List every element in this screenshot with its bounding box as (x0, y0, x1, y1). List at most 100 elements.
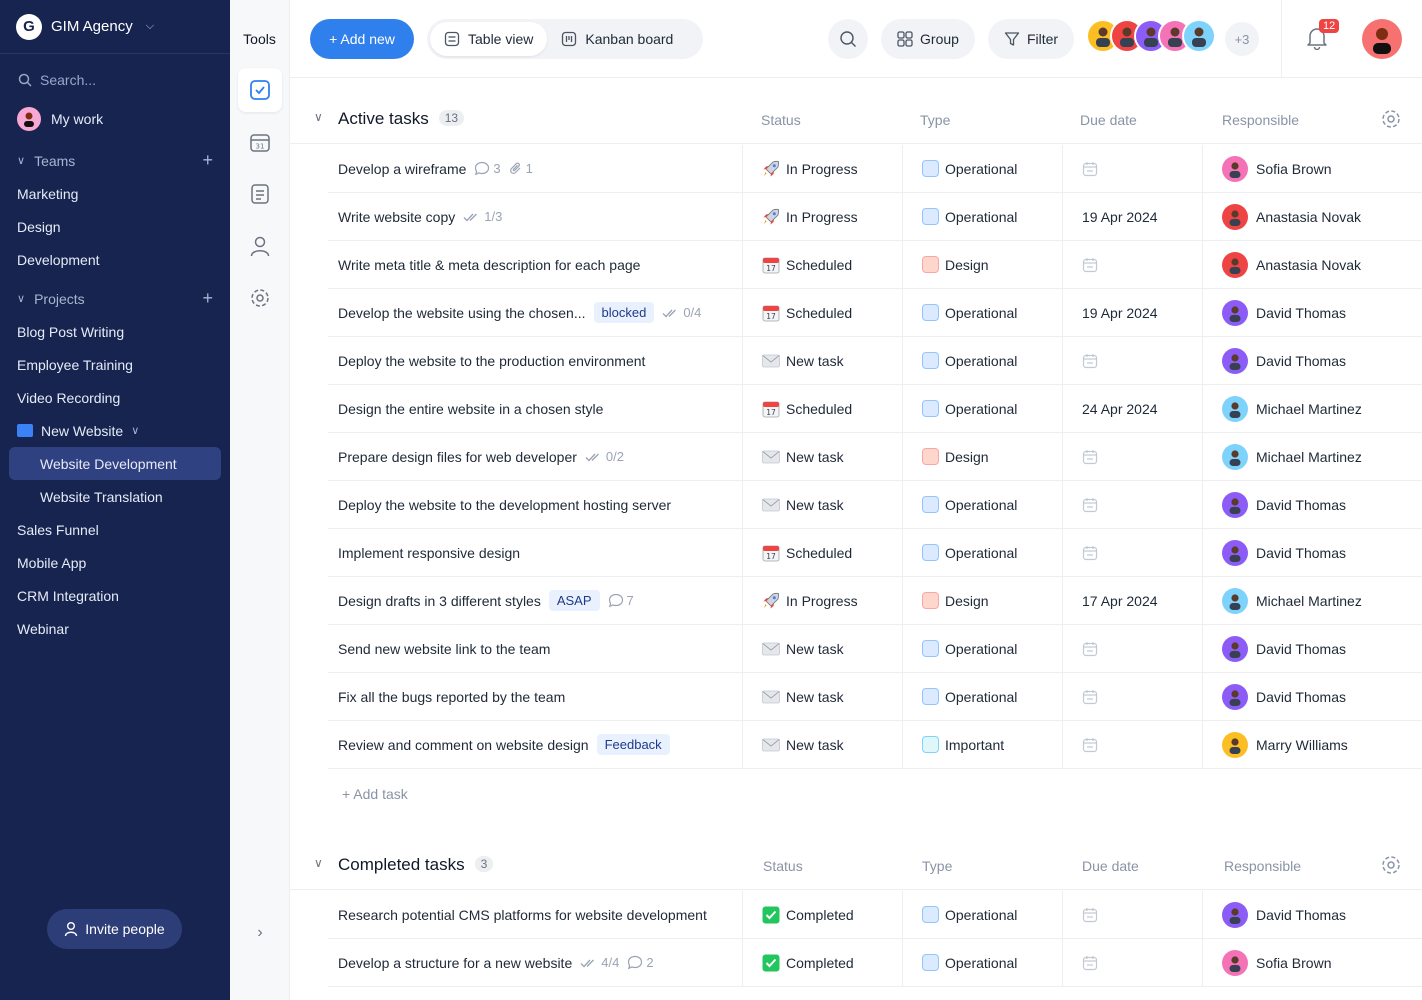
section-title[interactable]: Active tasks 13 (338, 109, 465, 129)
type-cell[interactable]: Operational (902, 385, 1062, 432)
sidebar-item-my-work[interactable]: My work (0, 100, 230, 138)
responsible-cell[interactable]: David Thomas (1202, 481, 1422, 528)
table-row[interactable]: Implement responsive design 17 Scheduled Op… (328, 529, 1422, 577)
due-date-cell[interactable] (1062, 337, 1202, 384)
due-date-cell[interactable]: 24 Apr 2024 (1062, 385, 1202, 432)
status-cell[interactable]: 17 Scheduled (742, 385, 902, 432)
tool-people[interactable] (238, 224, 282, 268)
due-date-cell[interactable] (1062, 625, 1202, 672)
type-cell[interactable]: Operational (902, 625, 1062, 672)
due-date-cell[interactable] (1062, 145, 1202, 192)
status-cell[interactable]: New task (742, 337, 902, 384)
task-name-cell[interactable]: Fix all the bugs reported by the team (338, 673, 742, 720)
section-title[interactable]: Completed tasks 3 (338, 855, 494, 875)
responsible-cell[interactable]: Michael Martinez (1202, 577, 1422, 624)
type-cell[interactable]: Operational (902, 289, 1062, 336)
status-cell[interactable]: New task (742, 673, 902, 720)
task-name-cell[interactable]: Develop the website using the chosen... b… (338, 289, 742, 336)
status-cell[interactable]: 17 Scheduled (742, 289, 902, 336)
status-cell[interactable]: New task (742, 433, 902, 480)
type-cell[interactable]: Operational (902, 891, 1062, 938)
task-name-cell[interactable]: Send new website link to the team (338, 625, 742, 672)
due-date-cell[interactable] (1062, 529, 1202, 576)
sidebar-item-webinar[interactable]: Webinar (0, 612, 230, 645)
responsible-cell[interactable]: Sofia Brown (1202, 145, 1422, 192)
sidebar-item-development[interactable]: Development (0, 243, 230, 276)
sidebar-item-employee-training[interactable]: Employee Training (0, 348, 230, 381)
column-header-status[interactable]: Status (763, 858, 803, 874)
due-date-cell[interactable] (1062, 241, 1202, 288)
sidebar-item-website-development[interactable]: Website Development (9, 447, 221, 480)
status-cell[interactable]: 17 Scheduled (742, 529, 902, 576)
table-row[interactable]: Design drafts in 3 different styles ASAP 7… (328, 577, 1422, 625)
gear-icon[interactable] (1380, 108, 1402, 133)
tab-table-view[interactable]: Table view (430, 22, 548, 56)
status-cell[interactable]: In Progress (742, 145, 902, 192)
responsible-cell[interactable]: Michael Martinez (1202, 433, 1422, 480)
column-header-type[interactable]: Type (920, 112, 950, 128)
column-header-responsible[interactable]: Responsible (1222, 112, 1299, 128)
chevron-down-icon[interactable]: ∨ (314, 856, 323, 870)
team-members[interactable] (1086, 19, 1216, 53)
task-name-cell[interactable]: Research potential CMS platforms for web… (338, 891, 742, 938)
responsible-cell[interactable]: David Thomas (1202, 289, 1422, 336)
status-cell[interactable]: New task (742, 625, 902, 672)
column-header-status[interactable]: Status (761, 112, 801, 128)
due-date-cell[interactable] (1062, 939, 1202, 986)
tool-calendar[interactable]: 31 (238, 120, 282, 164)
group-button[interactable]: Group (881, 19, 975, 59)
task-name-cell[interactable]: Prepare design files for web developer 0/… (338, 433, 742, 480)
task-name-cell[interactable]: Deploy the website to the development ho… (338, 481, 742, 528)
type-cell[interactable]: Design (902, 241, 1062, 288)
responsible-cell[interactable]: David Thomas (1202, 337, 1422, 384)
sidebar-section-projects[interactable]: ∨ Projects + (0, 282, 230, 315)
type-cell[interactable]: Design (902, 433, 1062, 480)
workspace-switcher[interactable]: G GIM Agency ⌵ (0, 0, 230, 54)
sidebar-folder-new-website[interactable]: New Website ∨ (0, 414, 230, 447)
status-cell[interactable]: 17 Scheduled (742, 241, 902, 288)
responsible-cell[interactable]: Anastasia Novak (1202, 241, 1422, 288)
sidebar-item-mobile-app[interactable]: Mobile App (0, 546, 230, 579)
add-team-icon[interactable]: + (202, 150, 213, 171)
table-row[interactable]: Design the entire website in a chosen st… (328, 385, 1422, 433)
status-cell[interactable]: Completed (742, 939, 902, 986)
tool-notes[interactable] (238, 172, 282, 216)
responsible-cell[interactable]: Sofia Brown (1202, 939, 1422, 986)
sidebar-item-blog-post-writing[interactable]: Blog Post Writing (0, 315, 230, 348)
type-cell[interactable]: Operational (902, 673, 1062, 720)
sidebar-item-design[interactable]: Design (0, 210, 230, 243)
task-name-cell[interactable]: Design drafts in 3 different styles ASAP 7 (338, 577, 742, 624)
due-date-cell[interactable] (1062, 481, 1202, 528)
task-name-cell[interactable]: Write website copy 1/3 (338, 193, 742, 240)
table-row[interactable]: Send new website link to the team New tas… (328, 625, 1422, 673)
type-cell[interactable]: Operational (902, 529, 1062, 576)
due-date-cell[interactable]: 19 Apr 2024 (1062, 193, 1202, 240)
sidebar-section-teams[interactable]: ∨ Teams + (0, 144, 230, 177)
responsible-cell[interactable]: David Thomas (1202, 891, 1422, 938)
sidebar-item-sales-funnel[interactable]: Sales Funnel (0, 513, 230, 546)
more-members-badge[interactable]: +3 (1225, 22, 1259, 56)
type-cell[interactable]: Operational (902, 337, 1062, 384)
responsible-cell[interactable]: David Thomas (1202, 673, 1422, 720)
table-row[interactable]: Review and comment on website design Feed… (328, 721, 1422, 769)
table-row[interactable]: Develop a structure for a new website 4/4… (328, 939, 1422, 987)
sidebar-item-crm-integration[interactable]: CRM Integration (0, 579, 230, 612)
due-date-cell[interactable] (1062, 721, 1202, 768)
add-task-button[interactable]: + Add task (342, 786, 408, 802)
sidebar-search[interactable]: Search... (0, 54, 230, 106)
status-cell[interactable]: New task (742, 481, 902, 528)
table-row[interactable]: Fix all the bugs reported by the team New… (328, 673, 1422, 721)
task-name-cell[interactable]: Deploy the website to the production env… (338, 337, 742, 384)
add-project-icon[interactable]: + (202, 288, 213, 309)
due-date-cell[interactable]: 19 Apr 2024 (1062, 289, 1202, 336)
responsible-cell[interactable]: David Thomas (1202, 529, 1422, 576)
column-header-type[interactable]: Type (922, 858, 952, 874)
member-avatar[interactable] (1182, 19, 1216, 53)
type-cell[interactable]: Operational (902, 481, 1062, 528)
due-date-cell[interactable]: 17 Apr 2024 (1062, 577, 1202, 624)
filter-button[interactable]: Filter (988, 19, 1074, 59)
type-cell[interactable]: Operational (902, 193, 1062, 240)
task-tag[interactable]: ASAP (548, 590, 600, 611)
status-cell[interactable]: In Progress (742, 193, 902, 240)
chevron-down-icon[interactable]: ∨ (314, 110, 323, 124)
